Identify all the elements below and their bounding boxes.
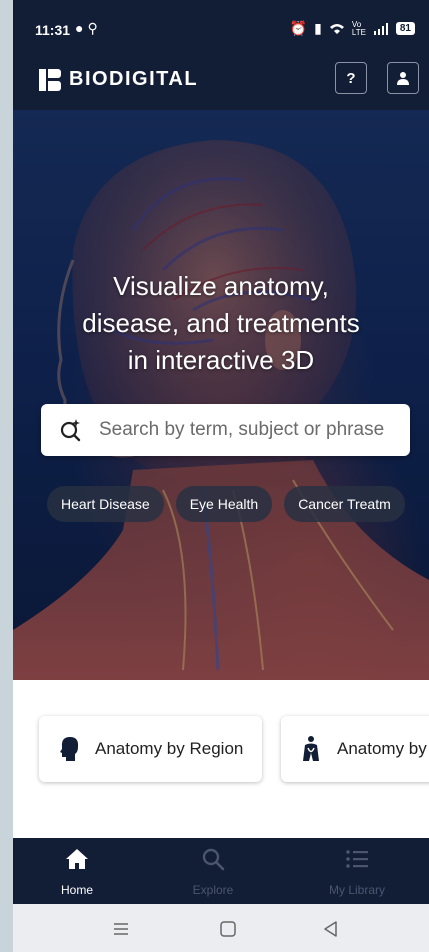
back-triangle-icon[interactable] (321, 919, 341, 939)
brand-logo[interactable]: BIODIGITAL (39, 68, 198, 91)
help-label: ? (346, 69, 356, 87)
home-square-icon[interactable] (218, 919, 238, 939)
brand-name: BIODIGITAL (69, 68, 199, 90)
menu-icon[interactable] (111, 919, 131, 939)
person-icon (397, 72, 409, 85)
headline-line-3: in interactive 3D (127, 345, 315, 375)
anatomy-by-system-card[interactable]: Anatomy by (281, 716, 429, 782)
biodigital-logo-icon (39, 68, 61, 91)
card-label: Anatomy by Region (95, 739, 244, 758)
list-icon (346, 850, 368, 868)
head-silhouette-icon (60, 737, 79, 761)
headline-line-2: disease, and treatments (82, 308, 360, 338)
signal-icon (373, 22, 388, 35)
search-bar[interactable] (41, 404, 410, 456)
suggestion-chips: Heart Disease Eye Health Cancer Treatm (47, 486, 405, 522)
accessibility-icon: ⚲ (87, 20, 102, 36)
nav-explore[interactable]: Explore (153, 846, 273, 897)
card-label: Anatomy by (337, 739, 427, 758)
body-systems-icon (303, 736, 319, 761)
chip-heart-disease[interactable]: Heart Disease (47, 486, 164, 522)
ai-search-icon (60, 419, 81, 442)
system-nav-bar (13, 904, 429, 952)
vibrate-icon: ▮ (314, 20, 322, 36)
help-button[interactable]: ? (335, 62, 367, 94)
search-input[interactable] (99, 419, 399, 441)
nav-home[interactable]: Home (17, 846, 137, 897)
volte-icon: Vo LTE (351, 19, 366, 37)
category-section: Anatomy by Region Anatomy by (13, 680, 429, 838)
anatomy-by-region-card[interactable]: Anatomy by Region (39, 716, 262, 782)
nav-label: My Library (328, 883, 385, 897)
headline-line-1: Visualize anatomy, (113, 271, 329, 301)
battery-indicator: 81 (395, 22, 415, 35)
notification-icons: ●⚲ (75, 20, 102, 37)
status-time: 11:31 (35, 22, 71, 38)
nav-label: Home (60, 883, 93, 897)
status-bar: 11:31 ●⚲ ⏰ ▮ Vo LTE 81 (13, 0, 429, 56)
hero-headline: Visualize anatomy, disease, and treatmen… (13, 268, 429, 379)
search-icon (202, 848, 225, 871)
wifi-icon (329, 23, 344, 34)
bottom-navigation: Home Explore My Library (13, 838, 429, 904)
phone-screen: 11:31 ●⚲ ⏰ ▮ Vo LTE 81 BIODIGITAL ? Visu… (13, 0, 429, 952)
chip-eye-health[interactable]: Eye Health (175, 486, 273, 522)
chip-cancer-treatment[interactable]: Cancer Treatm (284, 486, 405, 522)
hero-section: Visualize anatomy, disease, and treatmen… (13, 110, 429, 680)
home-icon (66, 849, 88, 869)
account-button[interactable] (387, 62, 419, 94)
nav-my-library[interactable]: My Library (297, 846, 417, 897)
anatomy-illustration (13, 110, 429, 680)
alarm-icon: ⏰ (289, 20, 308, 36)
app-header: BIODIGITAL ? (13, 56, 429, 110)
message-icon: ● (75, 20, 88, 36)
nav-label: Explore (192, 883, 234, 897)
status-right: ⏰ ▮ Vo LTE 81 (290, 20, 415, 37)
